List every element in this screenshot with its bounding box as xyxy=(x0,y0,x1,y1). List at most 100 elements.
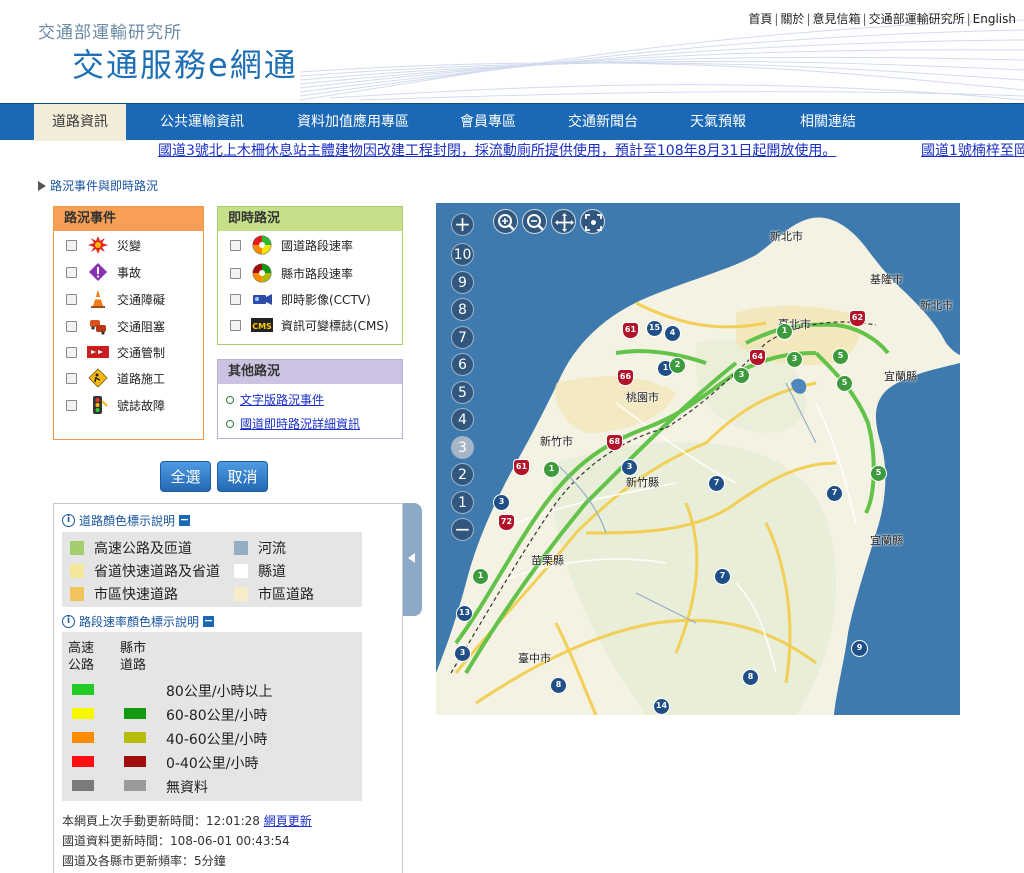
speed-legend-header[interactable]: i 路段速率顏色標示說明 − xyxy=(62,613,215,630)
zoom-in-icon[interactable] xyxy=(493,209,518,234)
collapse-icon[interactable]: − xyxy=(179,514,191,526)
checkbox[interactable] xyxy=(66,320,77,332)
freeway-detail-link[interactable]: 國道即時路況詳細資訊 xyxy=(240,415,360,432)
other-panel: 其他路況 文字版路況事件 國道即時路況詳細資訊 xyxy=(217,359,403,439)
zoom-level-2[interactable]: 2 xyxy=(451,463,474,486)
route-shield: 64 xyxy=(749,349,766,366)
incident-label: 災變 xyxy=(117,238,142,253)
incident-label: 交通阻塞 xyxy=(117,319,166,334)
zoom-level-10[interactable]: 10 xyxy=(451,243,474,266)
zoom-out-button[interactable]: − xyxy=(451,518,474,541)
zoom-out-icon[interactable] xyxy=(522,209,547,234)
speed-swatch-freeway xyxy=(72,732,94,743)
full-extent-icon[interactable] xyxy=(580,209,605,234)
cancel-button[interactable]: 取消 xyxy=(217,461,268,492)
speed-swatch-city xyxy=(124,756,146,767)
marquee-item[interactable]: 國道3號北上木柵休息站主體建物因改建工程封閉，採流動廁所提供使用，預計至108年… xyxy=(158,140,836,160)
top-link-english[interactable]: English xyxy=(973,12,1016,26)
realtime-row-city-speed[interactable]: 縣市路段速率 xyxy=(230,263,353,283)
checkbox[interactable] xyxy=(66,239,77,251)
incident-row-obstacle[interactable]: 交通障礙 xyxy=(66,289,165,309)
zoom-level-7[interactable]: 7 xyxy=(451,325,474,349)
checkbox[interactable] xyxy=(230,293,241,305)
speed-swatch-freeway xyxy=(72,756,94,767)
top-link-feedback[interactable]: 意見信箱 xyxy=(813,12,861,26)
route-shield: 3 xyxy=(733,367,750,384)
route-shield: 13 xyxy=(456,605,473,622)
cms-icon: CMS xyxy=(251,315,273,335)
select-all-button[interactable]: 全選 xyxy=(160,461,211,492)
separator: | xyxy=(806,12,811,26)
route-shield: 1 xyxy=(776,323,793,340)
zoom-in-button[interactable]: + xyxy=(451,213,474,236)
bullet-icon xyxy=(226,395,234,404)
zoom-level-9[interactable]: 9 xyxy=(451,270,474,294)
nav-public-transport[interactable]: 公共運輸資訊 xyxy=(146,104,258,141)
place-label: 苗栗縣 xyxy=(531,554,564,567)
checkbox[interactable] xyxy=(230,267,241,279)
swatch xyxy=(234,587,248,601)
realtime-row-cctv[interactable]: 即時影像(CCTV) xyxy=(230,289,371,309)
incident-row-disaster[interactable]: 災變 xyxy=(66,235,141,255)
top-link-iot[interactable]: 交通部運輸研究所 xyxy=(869,12,965,26)
checkbox[interactable] xyxy=(230,319,241,331)
freeway-column-header: 高速 公路 xyxy=(68,641,95,673)
checkbox[interactable] xyxy=(230,239,241,251)
realtime-row-freeway-speed[interactable]: 國道路段速率 xyxy=(230,235,353,255)
checkbox[interactable] xyxy=(66,293,77,305)
incident-row-accident[interactable]: 事故 xyxy=(66,262,141,282)
collapse-icon[interactable]: − xyxy=(203,615,215,627)
marquee-item[interactable]: 國道1號楠梓至岡 xyxy=(921,140,1024,160)
traffic-cone-icon xyxy=(87,289,109,309)
realtime-row-cms[interactable]: CMS 資訊可變標誌(CMS) xyxy=(230,315,389,335)
traffic-map[interactable]: 新北市 基隆市 新北市 臺北市 宜蘭縣 桃園市 新竹市 新竹縣 苗栗縣 宜蘭縣 … xyxy=(436,203,960,715)
incidents-panel: 路況事件 災變 事故 交通障礙 交通阻塞 交通管制 道路施工 號誌故障 xyxy=(53,206,204,440)
realtime-label: 即時影像(CCTV) xyxy=(281,292,371,307)
text-incidents-link[interactable]: 文字版路況事件 xyxy=(240,391,324,408)
nav-value-added[interactable]: 資料加值應用專區 xyxy=(282,104,424,141)
swatch xyxy=(234,541,248,555)
nav-weather[interactable]: 天氣預報 xyxy=(676,104,760,141)
other-link-row[interactable]: 文字版路況事件 xyxy=(226,391,324,408)
zoom-level-5[interactable]: 5 xyxy=(451,380,474,404)
collapse-panel-toggle[interactable] xyxy=(403,503,422,616)
site-title[interactable]: 交通服務e網通 xyxy=(72,40,298,86)
freeway-update-info: 國道資料更新時間：108-06-01 00:43:54 xyxy=(62,834,290,848)
incident-row-control[interactable]: 交通管制 xyxy=(66,342,165,362)
zoom-level-6[interactable]: 6 xyxy=(451,353,474,376)
other-link-row[interactable]: 國道即時路況詳細資訊 xyxy=(226,415,360,432)
route-shield: 61 xyxy=(622,322,639,339)
info-icon: i xyxy=(62,514,75,527)
checkbox[interactable] xyxy=(66,266,77,278)
traffic-control-icon xyxy=(87,342,109,362)
manual-refresh-text: 本網頁上次手動更新時間：12:01:28 xyxy=(62,814,260,828)
legend-item: 省道快速道路及省道 xyxy=(70,561,220,581)
nav-links[interactable]: 相關連結 xyxy=(786,104,870,141)
route-shield: 2 xyxy=(669,357,686,374)
nav-news[interactable]: 交通新聞台 xyxy=(556,104,650,141)
incident-row-congestion[interactable]: 交通阻塞 xyxy=(66,316,165,336)
pan-icon[interactable] xyxy=(551,209,576,234)
checkbox[interactable] xyxy=(66,372,77,384)
zoom-level-1[interactable]: 1 xyxy=(451,490,474,514)
incident-row-construction[interactable]: 道路施工 xyxy=(66,368,165,388)
realtime-label: 資訊可變標誌(CMS) xyxy=(281,318,389,333)
separator: | xyxy=(862,12,867,26)
zoom-level-4[interactable]: 4 xyxy=(451,408,474,431)
place-label: 臺中市 xyxy=(518,652,551,665)
breadcrumb: 路況事件與即時路況 xyxy=(38,177,158,194)
route-shield: 8 xyxy=(742,669,759,686)
incident-row-signal[interactable]: 號誌故障 xyxy=(66,395,165,415)
top-link-home[interactable]: 首頁 xyxy=(748,12,772,26)
refresh-link[interactable]: 網頁更新 xyxy=(264,814,312,828)
nav-members[interactable]: 會員專區 xyxy=(446,104,530,141)
zoom-level-3[interactable]: 3 xyxy=(451,435,474,459)
route-shield: 9 xyxy=(851,640,868,657)
top-link-about[interactable]: 關於 xyxy=(780,12,804,26)
nav-road-info[interactable]: 道路資訊 xyxy=(34,104,126,141)
checkbox[interactable] xyxy=(66,346,77,358)
checkbox[interactable] xyxy=(66,399,77,411)
road-color-legend-box: 高速公路及匝道 河流 省道快速道路及省道 縣道 市區快速道路 市區道路 xyxy=(62,532,362,607)
road-color-legend-header[interactable]: i 道路顏色標示說明 − xyxy=(62,512,191,529)
zoom-level-8[interactable]: 8 xyxy=(451,298,474,321)
